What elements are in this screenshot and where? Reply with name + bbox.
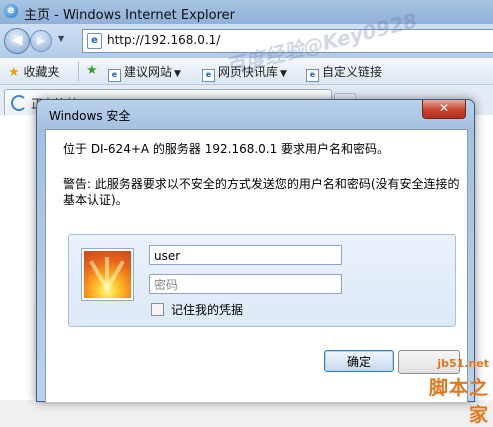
window-titlebar: e 主页 - Windows Internet Explorer	[0, 0, 493, 24]
username-field[interactable]: user	[149, 245, 342, 265]
dialog-body: 位于 DI-624+A 的服务器 192.168.0.1 要求用户名和密码。 警…	[45, 129, 468, 402]
site-logo-url: jb51.net	[437, 357, 489, 370]
chevron-down-icon: ▼	[174, 69, 181, 79]
remember-credentials-checkbox[interactable]	[151, 303, 164, 316]
dialog-title: Windows 安全	[49, 109, 131, 123]
server-message: 位于 DI-624+A 的服务器 192.168.0.1 要求用户名和密码。	[63, 142, 390, 156]
ie-page-icon: e	[202, 69, 215, 82]
fav-item-label: 自定义链接	[322, 65, 383, 79]
remember-credentials-label: 记住我的凭据	[171, 303, 244, 317]
star-icon: ★	[8, 65, 20, 80]
chevron-down-icon: ▼	[280, 69, 287, 79]
close-button[interactable]: ✕	[422, 100, 466, 119]
windows-security-dialog: Windows 安全 ✕ 位于 DI-624+A 的服务器 192.168.0.…	[36, 99, 475, 402]
fav-item-label: 建议网站	[124, 65, 173, 79]
ie-page-icon: e	[108, 69, 121, 82]
ie-page-icon: e	[306, 69, 319, 82]
ie-logo-icon: e	[4, 4, 18, 18]
password-field[interactable]: 密码	[149, 274, 342, 294]
site-logo: jb51.net 脚本之家	[420, 357, 493, 426]
page-icon: e	[87, 33, 102, 49]
history-dropdown-icon[interactable]: ▼	[58, 34, 64, 43]
security-warning: 警告: 此服务器要求以不安全的方式发送您的用户名和密码(没有安全连接的基本认证)…	[63, 177, 460, 207]
site-logo-name: 脚本之家	[428, 377, 489, 426]
add-favorite-button[interactable]: ★	[86, 63, 98, 79]
user-avatar	[82, 249, 133, 300]
credential-tile: user 密码 记住我的凭据	[68, 234, 456, 327]
favorites-label: 收藏夹	[23, 65, 60, 79]
separator	[78, 61, 79, 81]
ok-button[interactable]: 确定	[324, 350, 394, 372]
loading-icon	[11, 95, 27, 111]
window-title: 主页 - Windows Internet Explorer	[24, 8, 235, 23]
fav-item-customize-links[interactable]: e 自定义链接	[306, 63, 383, 82]
add-favorite-icon: ★	[86, 63, 98, 78]
back-button[interactable]: ◀	[4, 28, 30, 54]
forward-button[interactable]: ▶	[30, 30, 52, 52]
address-input[interactable]: http://192.168.0.1/	[107, 33, 220, 47]
favorites-button[interactable]: ★ 收藏夹	[8, 63, 60, 80]
fav-item-suggested-sites[interactable]: e 建议网站 ▼	[108, 63, 181, 82]
